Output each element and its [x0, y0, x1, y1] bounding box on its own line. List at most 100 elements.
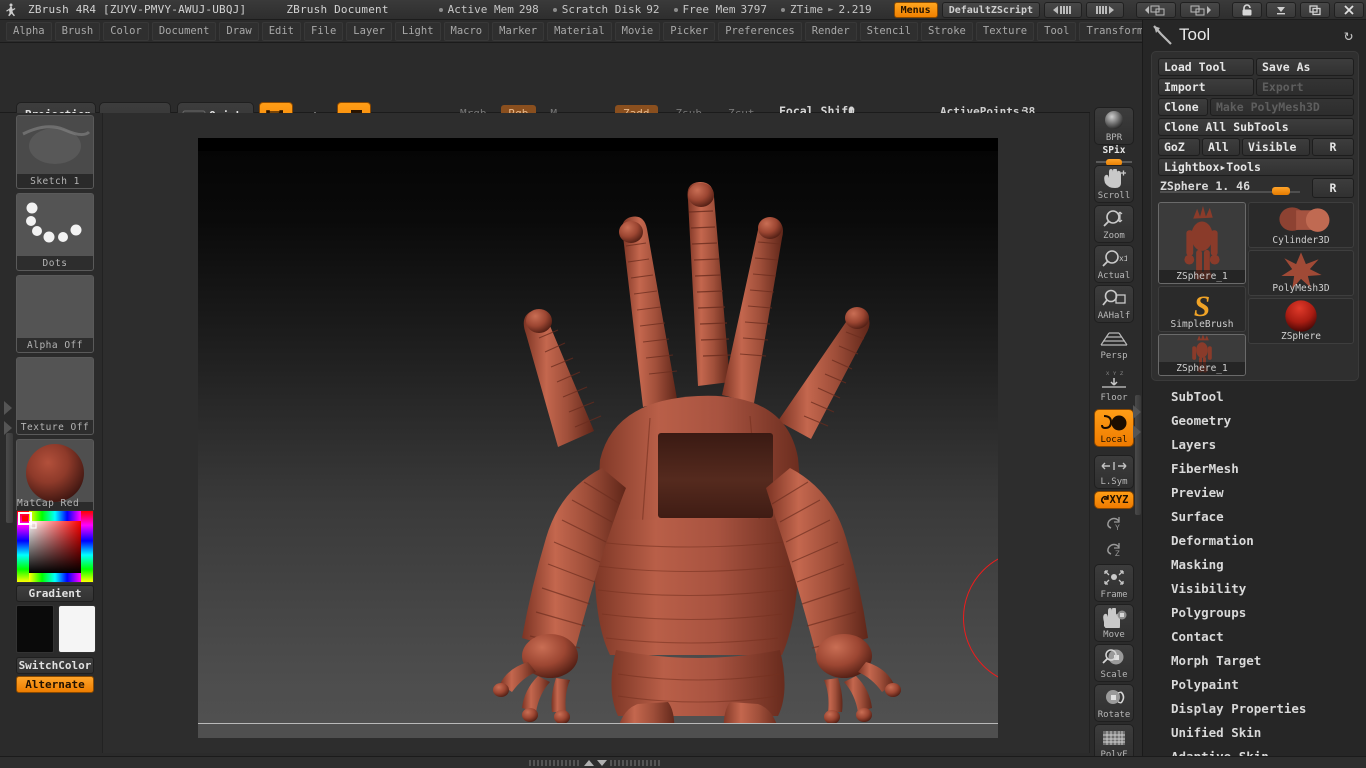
clone-button[interactable]: Clone [1158, 98, 1208, 116]
local-symmetry-axis-button[interactable]: L.Sym [1094, 455, 1134, 489]
menu-item-alpha[interactable]: Alpha [6, 21, 52, 41]
xyz-axis-button[interactable]: XYZ [1094, 491, 1134, 509]
alternate-button[interactable]: Alternate [16, 676, 94, 693]
tray-expand-arrow-icon[interactable] [4, 421, 12, 435]
gradient-button[interactable]: Gradient [16, 585, 94, 602]
lock-icon[interactable] [1232, 2, 1262, 18]
reload-icon[interactable]: ↻ [1344, 26, 1353, 44]
menu-item-brush[interactable]: Brush [54, 21, 101, 41]
palette-row-polygroups[interactable]: Polygroups [1153, 600, 1359, 624]
texture-button[interactable]: Texture Off [16, 357, 94, 435]
palette-row-contact[interactable]: Contact [1153, 624, 1359, 648]
local-symmetry-button[interactable]: Local [1094, 409, 1134, 447]
menu-item-macro[interactable]: Macro [443, 21, 490, 41]
menu-item-light[interactable]: Light [394, 21, 441, 41]
next-layout-icon[interactable] [1180, 2, 1220, 18]
save-as-button[interactable]: Save As [1256, 58, 1354, 76]
menu-item-material[interactable]: Material [547, 21, 612, 41]
menu-item-movie[interactable]: Movie [614, 21, 661, 41]
z-axis-button[interactable]: Z [1094, 537, 1134, 561]
tool-thumbnail-zsphere1[interactable]: ZSphere_1 [1158, 202, 1246, 284]
palette-row-display-properties[interactable]: Display Properties [1153, 696, 1359, 720]
menu-item-preferences[interactable]: Preferences [718, 21, 802, 41]
goz-button[interactable]: GoZ [1158, 138, 1200, 156]
palette-row-fibermesh[interactable]: FiberMesh [1153, 456, 1359, 480]
slider-knob[interactable] [1272, 187, 1290, 195]
spix-slider[interactable]: SPix [1094, 145, 1134, 166]
palette-row-subtool[interactable]: SubTool [1153, 384, 1359, 408]
stroke-button[interactable]: Dots [16, 193, 94, 271]
import-button[interactable]: Import [1158, 78, 1254, 96]
secondary-color-swatch[interactable] [58, 605, 96, 653]
palette-row-unified-skin[interactable]: Unified Skin [1153, 720, 1359, 744]
palette-row-geometry[interactable]: Geometry [1153, 408, 1359, 432]
tool-thumbnail-cylinder3d[interactable]: Cylinder3D [1248, 202, 1354, 248]
shelf-expand-arrow-icon[interactable] [1133, 425, 1141, 439]
menu-item-transform[interactable]: Transform [1079, 21, 1151, 41]
current-tool-slider[interactable]: ZSphere_1. 46 [1156, 178, 1304, 196]
palette-row-deformation[interactable]: Deformation [1153, 528, 1359, 552]
menu-item-picker[interactable]: Picker [663, 21, 716, 41]
tool-thumbnail-zsphere1-alt[interactable]: ZSphere_1 [1158, 334, 1246, 376]
y-axis-button[interactable]: Y [1094, 511, 1134, 535]
menu-item-file[interactable]: File [304, 21, 344, 41]
prev-script-icon[interactable] [1044, 2, 1082, 18]
palette-row-surface[interactable]: Surface [1153, 504, 1359, 528]
color-picker[interactable] [16, 510, 94, 583]
minimize-icon[interactable] [1266, 2, 1296, 18]
tool-thumbnail-zsphere[interactable]: ZSphere [1248, 298, 1354, 344]
goz-r-button[interactable]: R [1312, 138, 1354, 156]
persp-button[interactable]: Persp [1094, 327, 1134, 363]
palette-row-visibility[interactable]: Visibility [1153, 576, 1359, 600]
all-button[interactable]: All [1202, 138, 1240, 156]
menus-button[interactable]: Menus [893, 2, 938, 18]
menu-item-tool[interactable]: Tool [1037, 21, 1077, 41]
grip-down-arrow-icon[interactable] [596, 760, 607, 766]
clone-all-subtools-button[interactable]: Clone All SubTools [1158, 118, 1354, 136]
left-tray-scrollbar[interactable] [6, 433, 13, 523]
palette-row-polypaint[interactable]: Polypaint [1153, 672, 1359, 696]
tool-r-button[interactable]: R [1312, 178, 1354, 198]
move-button[interactable]: Move [1094, 604, 1134, 642]
grip-up-arrow-icon[interactable] [583, 760, 594, 766]
switch-color-button[interactable]: SwitchColor [16, 657, 94, 674]
lightbox-tools-button[interactable]: Lightbox▸Tools [1158, 158, 1354, 176]
tool-thumbnail-simplebrush[interactable]: S SimpleBrush [1158, 286, 1246, 332]
scroll-button[interactable]: Scroll [1094, 165, 1134, 203]
menu-item-render[interactable]: Render [804, 21, 857, 41]
zsphere-model[interactable] [198, 138, 998, 738]
menu-item-texture[interactable]: Texture [975, 21, 1035, 41]
menu-item-marker[interactable]: Marker [492, 21, 545, 41]
tray-collapse-arrow-icon[interactable] [4, 401, 12, 415]
tool-thumbnail-polymesh3d[interactable]: PolyMesh3D [1248, 250, 1354, 296]
visible-button[interactable]: Visible [1242, 138, 1310, 156]
rotate-button[interactable]: Rotate [1094, 684, 1134, 722]
floor-button[interactable]: XYZ Floor [1094, 367, 1134, 405]
zscript-name-button[interactable]: DefaultZScript [941, 2, 1040, 18]
material-button[interactable]: MatCap Red Wa [16, 439, 94, 517]
next-script-icon[interactable] [1086, 2, 1124, 18]
palette-row-masking[interactable]: Masking [1153, 552, 1359, 576]
restore-icon[interactable] [1300, 2, 1330, 18]
menu-item-stroke[interactable]: Stroke [920, 21, 973, 41]
menu-item-edit[interactable]: Edit [261, 21, 301, 41]
palette-row-layers[interactable]: Layers [1153, 432, 1359, 456]
frame-button[interactable]: Frame [1094, 564, 1134, 602]
actual-size-button[interactable]: x1 Actual [1094, 245, 1134, 283]
palette-row-morph-target[interactable]: Morph Target [1153, 648, 1359, 672]
canvas-area[interactable] [102, 113, 1090, 753]
prev-layout-icon[interactable] [1136, 2, 1176, 18]
close-icon[interactable] [1334, 2, 1364, 18]
primary-color-swatch[interactable] [16, 605, 54, 653]
menu-item-document[interactable]: Document [151, 21, 217, 41]
load-tool-button[interactable]: Load Tool [1158, 58, 1254, 76]
zoom-button[interactable]: Zoom [1094, 205, 1134, 243]
document-canvas[interactable] [198, 138, 998, 738]
menu-item-layer[interactable]: Layer [346, 21, 392, 41]
palette-row-preview[interactable]: Preview [1153, 480, 1359, 504]
stroke-preview-box[interactable]: Sketch 1 [16, 115, 94, 189]
aahalf-button[interactable]: AAHalf [1094, 285, 1134, 323]
menu-item-draw[interactable]: Draw [219, 21, 259, 41]
tray-resize-grip[interactable] [520, 759, 670, 767]
alpha-button[interactable]: Alpha Off [16, 275, 94, 353]
